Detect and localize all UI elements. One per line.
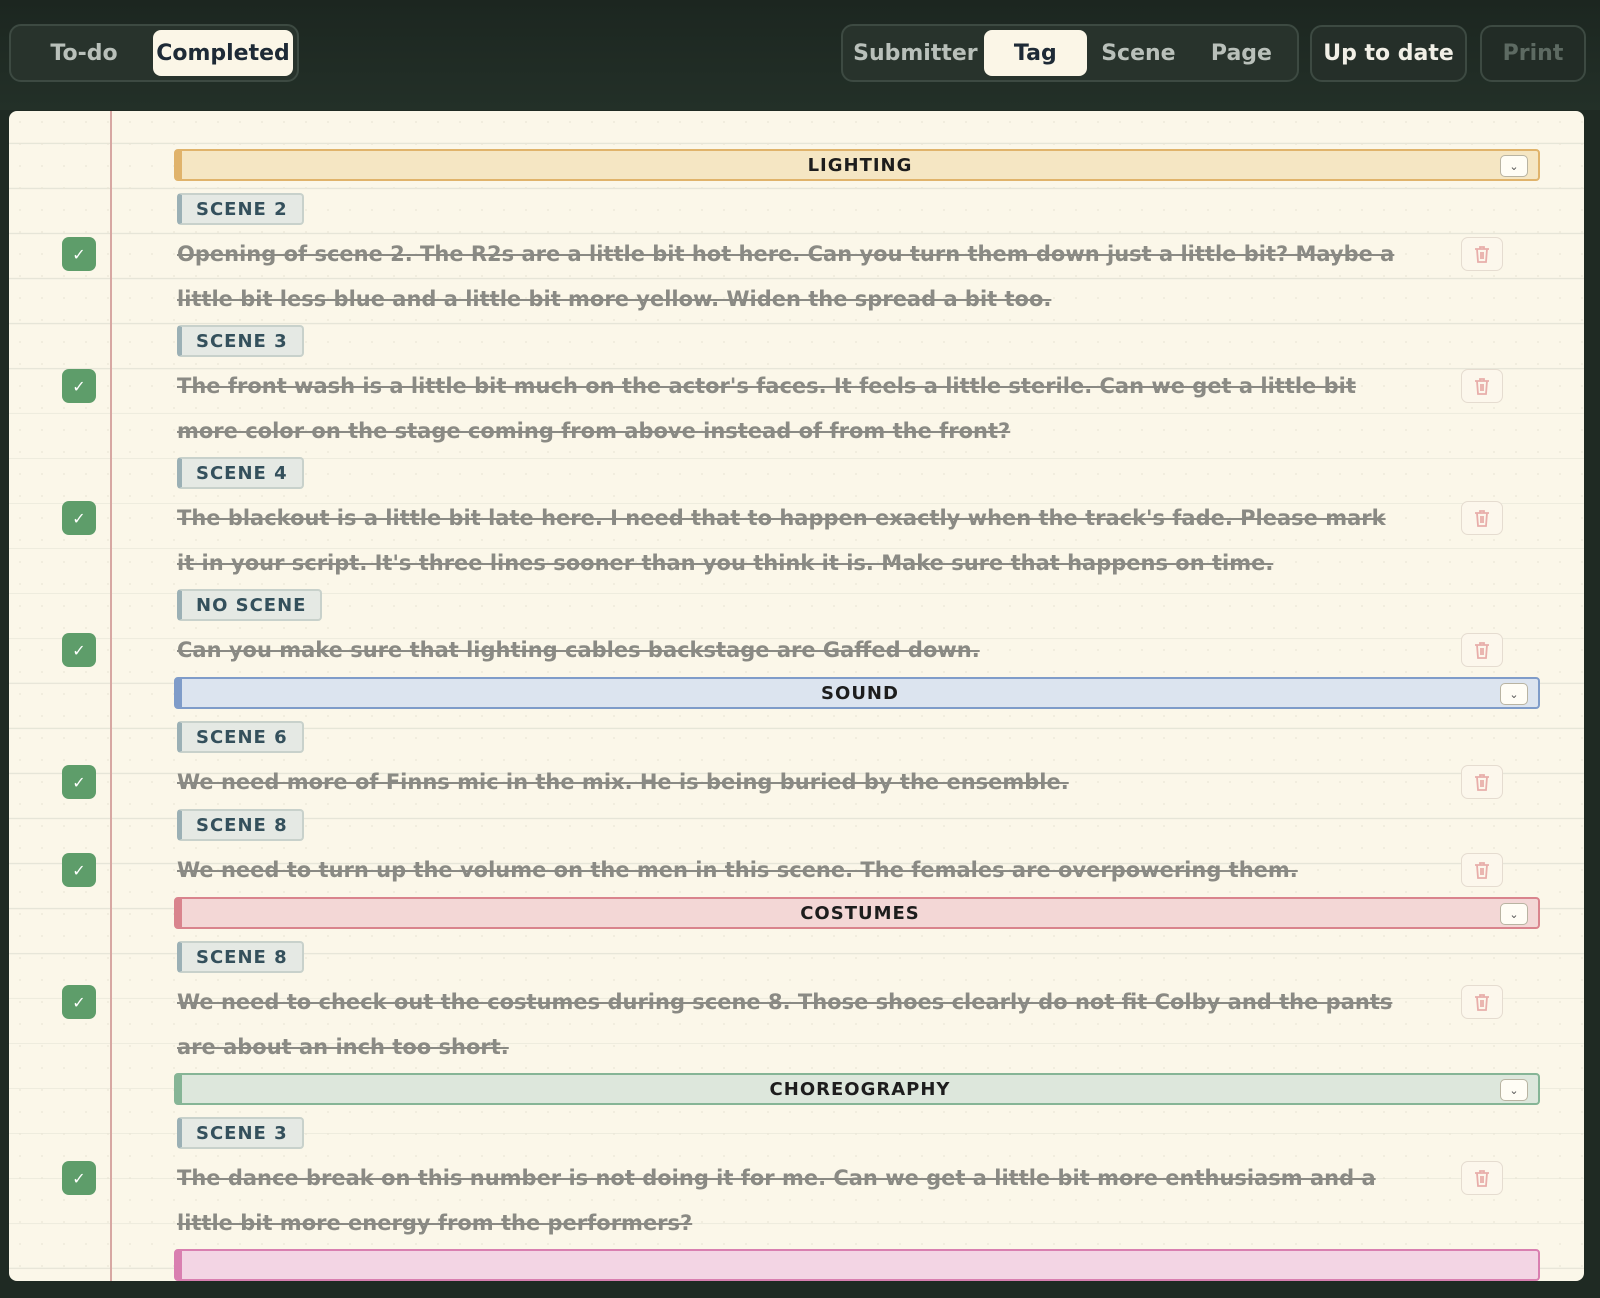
note-text: The blackout is a little bit late here. … [177,506,1386,575]
group-header-costumes: COSTUMES ⌄ [174,897,1540,929]
scene-badge: SCENE 8 [177,809,304,841]
note-text: We need to turn up the volume on the men… [177,858,1298,882]
todo-tab[interactable]: To-do [15,30,153,76]
trash-icon[interactable] [1461,633,1503,667]
check-icon[interactable]: ✓ [62,369,96,403]
check-icon[interactable]: ✓ [62,237,96,271]
chevron-down-icon[interactable]: ⌄ [1500,903,1528,925]
top-toolbar: To-do Completed Submitter Tag Scene Page… [0,0,1600,110]
note-text: We need to check out the costumes during… [177,990,1393,1059]
check-icon[interactable]: ✓ [62,985,96,1019]
check-icon[interactable]: ✓ [62,853,96,887]
scene-badge: SCENE 4 [177,457,304,489]
group-title: COSTUMES [800,902,920,924]
note-text: Can you make sure that lighting cables b… [177,638,980,662]
note-text: The dance break on this number is not do… [177,1166,1376,1235]
completed-tab[interactable]: Completed [153,30,293,76]
group-header-choreography: CHOREOGRAPHY ⌄ [174,1073,1540,1105]
print-button[interactable]: Print [1480,25,1586,82]
group-title: SOUND [821,682,899,704]
sync-status-button[interactable]: Up to date [1310,25,1467,82]
trash-icon[interactable] [1461,985,1503,1019]
trash-icon[interactable] [1461,765,1503,799]
trash-icon[interactable] [1461,237,1503,271]
scene-badge: SCENE 2 [177,193,304,225]
trash-icon[interactable] [1461,1161,1503,1195]
scene-badge: SCENE 3 [177,1117,304,1149]
check-icon[interactable]: ✓ [62,633,96,667]
group-by-toggle: Submitter Tag Scene Page [841,24,1299,82]
margin-line [110,111,112,1281]
chevron-down-icon[interactable]: ⌄ [1500,683,1528,705]
note-text: Opening of scene 2. The R2s are a little… [177,242,1395,311]
group-title: LIGHTING [807,154,913,176]
trash-icon[interactable] [1461,369,1503,403]
check-icon[interactable]: ✓ [62,501,96,535]
group-title: CHOREOGRAPHY [769,1078,951,1100]
group-header-sound: SOUND ⌄ [174,677,1540,709]
scene-badge: SCENE 8 [177,941,304,973]
chevron-down-icon[interactable]: ⌄ [1500,1079,1528,1101]
trash-icon[interactable] [1461,501,1503,535]
trash-icon[interactable] [1461,853,1503,887]
chevron-down-icon[interactable]: ⌄ [1500,155,1528,177]
group-submitter-tab[interactable]: Submitter [847,30,984,76]
group-scene-tab[interactable]: Scene [1087,30,1190,76]
check-icon[interactable]: ✓ [62,765,96,799]
note-text: The front wash is a little bit much on t… [177,374,1356,443]
scene-badge: SCENE 6 [177,721,304,753]
note-text: We need more of Finns mic in the mix. He… [177,770,1069,794]
group-tag-tab[interactable]: Tag [983,30,1087,76]
notes-list: LIGHTING ⌄ SCENE 2 ✓ Opening of scene 2.… [9,111,1584,1281]
scene-badge: NO SCENE [177,589,323,621]
group-page-tab[interactable]: Page [1190,30,1293,76]
scene-badge: SCENE 3 [177,325,304,357]
group-header-next [174,1249,1540,1281]
view-toggle: To-do Completed [9,24,299,82]
check-icon[interactable]: ✓ [62,1161,96,1195]
group-header-lighting: LIGHTING ⌄ [174,149,1540,181]
